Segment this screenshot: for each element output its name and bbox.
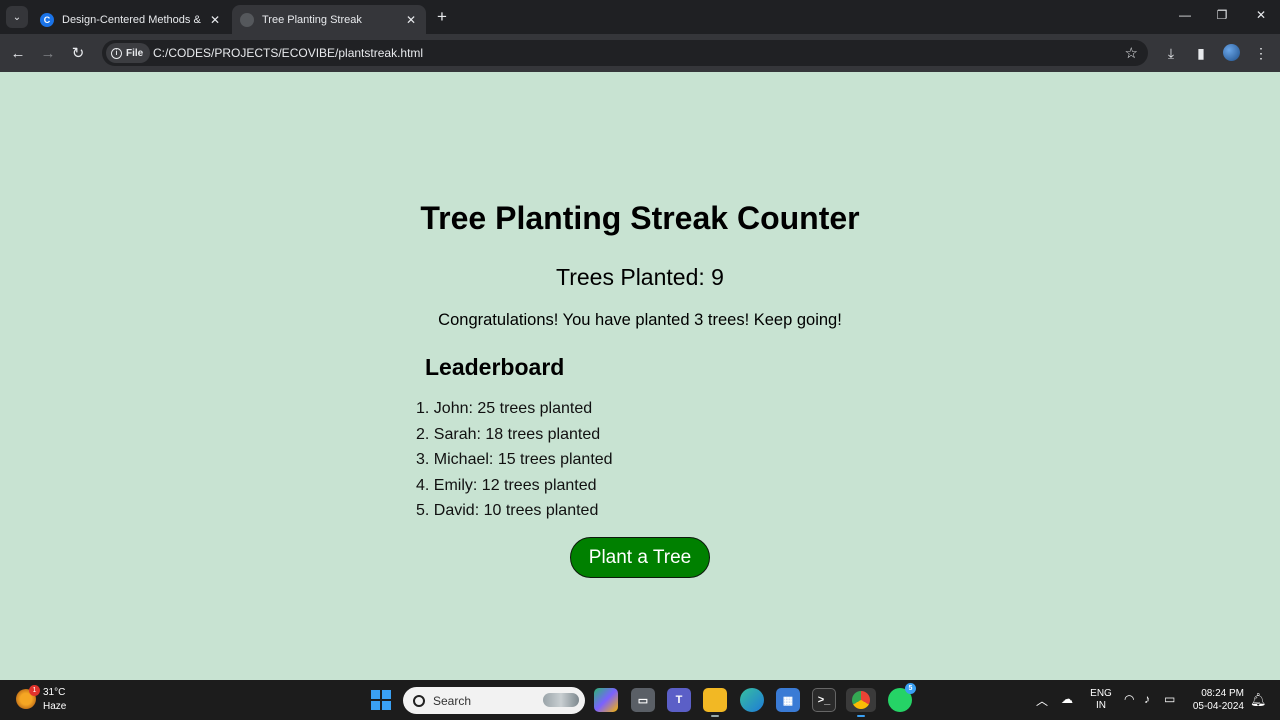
windows-taskbar: 1 31°C Haze Search ▭ T ▦ >_ 5 ︿ ☁ ENG IN… (0, 680, 1280, 720)
url-text[interactable]: C:/CODES/PROJECTS/ECOVIBE/plantstreak.ht… (153, 46, 423, 60)
leaderboard-item: 3. Michael: 15 trees planted (416, 451, 613, 469)
tab-design-centered-methods[interactable]: C Design-Centered Methods & W ✕ (32, 5, 230, 34)
windows-start-icon[interactable] (371, 690, 391, 710)
file-explorer-icon[interactable] (703, 688, 727, 717)
weather-condition: Haze (43, 701, 67, 712)
language-code: ENG (1090, 688, 1112, 699)
tab-close-icon[interactable]: ✕ (208, 13, 222, 27)
side-panel-icon[interactable]: ▮ (1191, 43, 1211, 63)
search-highlight-icon (543, 693, 579, 707)
tab-title: Design-Centered Methods & W (62, 13, 202, 26)
taskbar-search-box[interactable]: Search (403, 687, 585, 714)
battery-icon[interactable]: ▭ (1164, 692, 1175, 706)
leaderboard-item: 4. Emily: 12 trees planted (416, 476, 597, 494)
congrats-message: Congratulations! You have planted 3 tree… (438, 311, 842, 329)
tab-favicon-icon: C (40, 12, 54, 27)
leaderboard-title: Leaderboard (425, 354, 565, 380)
tray-overflow-chevron-icon[interactable]: ︿ (1036, 692, 1048, 709)
task-view-icon[interactable]: ▭ (631, 688, 655, 712)
tab-tree-planting-streak[interactable]: Tree Planting Streak ✕ (232, 5, 426, 34)
site-chip-label: File (126, 47, 144, 59)
edge-icon[interactable] (740, 688, 764, 712)
download-icon[interactable]: ⤓ (1161, 43, 1181, 63)
search-placeholder: Search (433, 693, 472, 708)
new-tab-icon[interactable]: + (432, 7, 452, 27)
leaderboard-item: 1. John: 25 trees planted (416, 400, 593, 417)
microsoft-store-icon[interactable]: ▦ (776, 688, 800, 712)
copilot-icon[interactable] (594, 688, 618, 712)
language-indicator[interactable]: ENG IN (1090, 688, 1112, 712)
minimize-icon[interactable]: — (1173, 8, 1197, 22)
tab-search-button[interactable]: ⌄ (6, 6, 28, 28)
volume-icon[interactable]: ♪ (1144, 692, 1150, 706)
whatsapp-icon[interactable]: 5 (888, 683, 916, 712)
leaderboard-list: 1. John: 25 trees planted 2. Sarah: 18 t… (416, 400, 613, 528)
trees-planted-count: Trees Planted: 9 (556, 264, 724, 290)
onedrive-cloud-icon[interactable]: ☁ (1061, 692, 1073, 706)
restore-icon[interactable]: ❐ (1210, 8, 1234, 22)
teams-icon[interactable]: T (667, 688, 691, 712)
search-icon (413, 694, 425, 707)
tab-favicon-icon (240, 12, 254, 27)
leaderboard-item: 5. David: 10 trees planted (416, 502, 599, 520)
info-icon: i (111, 47, 122, 59)
terminal-icon[interactable]: >_ (812, 688, 836, 712)
leaderboard-item: 2. Sarah: 18 trees planted (416, 425, 601, 443)
site-info-chip[interactable]: i File (106, 43, 151, 63)
notification-bell-icon[interactable]: 🔔︎ (1250, 692, 1267, 708)
reload-icon[interactable]: ↻ (68, 43, 88, 63)
close-window-icon[interactable]: ✕ (1249, 8, 1273, 22)
clock[interactable]: 08:24 PM 05-04-2024 (1186, 687, 1244, 713)
tab-title: Tree Planting Streak (262, 13, 362, 26)
clock-time: 08:24 PM (1201, 688, 1244, 699)
clock-date: 05-04-2024 (1192, 701, 1244, 712)
weather-temperature: 31°C (43, 687, 66, 698)
tab-close-icon[interactable]: ✕ (404, 13, 418, 27)
page-title: Tree Planting Streak Counter (420, 200, 860, 236)
browser-tab-strip: ⌄ C Design-Centered Methods & W ✕ Tree P… (0, 0, 1280, 34)
page-viewport: Tree Planting Streak Counter Trees Plant… (0, 72, 1280, 680)
back-icon[interactable]: ← (8, 43, 28, 63)
chrome-icon[interactable] (846, 688, 876, 717)
profile-avatar-icon[interactable] (1223, 44, 1240, 61)
forward-icon[interactable]: → (38, 43, 58, 63)
bookmark-star-icon[interactable]: ☆ (1125, 44, 1138, 62)
region-code: IN (1096, 700, 1106, 711)
menu-kebab-icon[interactable]: ⋮ (1251, 43, 1271, 63)
plant-a-tree-button[interactable]: Plant a Tree (570, 537, 710, 578)
address-bar[interactable]: i File C:/CODES/PROJECTS/ECOVIBE/plantst… (102, 40, 1148, 66)
browser-toolbar: ← → ↻ i File C:/CODES/PROJECTS/ECOVIBE/p… (0, 34, 1280, 72)
whatsapp-badge: 5 (905, 683, 916, 694)
wifi-icon[interactable]: ◠ (1124, 692, 1134, 706)
weather-badge: 1 (29, 685, 40, 696)
